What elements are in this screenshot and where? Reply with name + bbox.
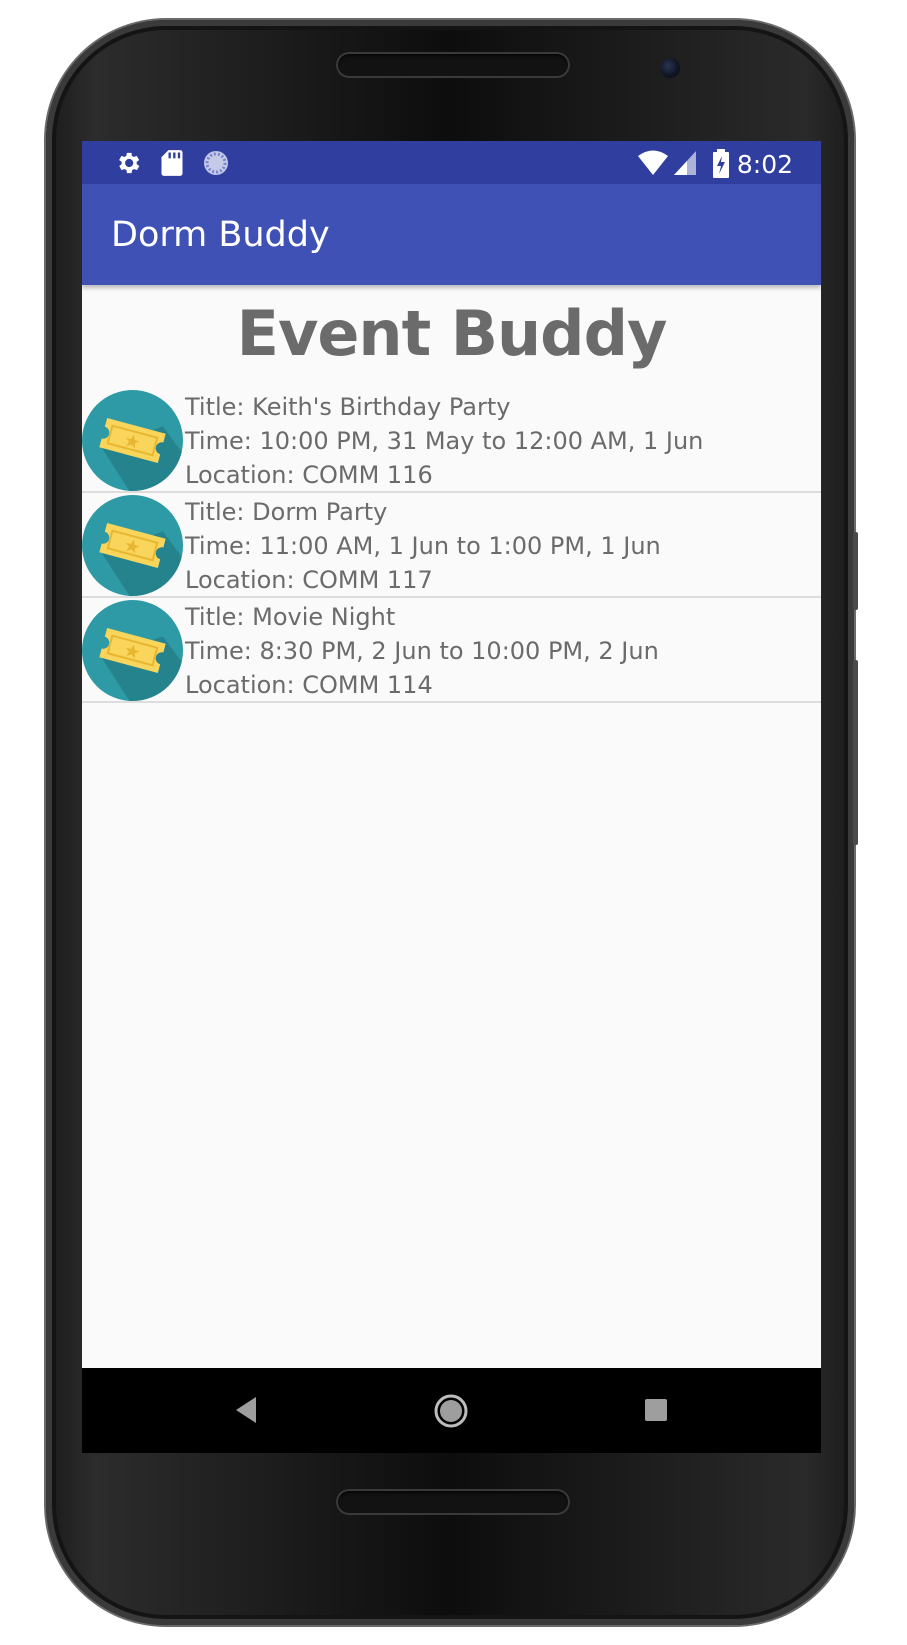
status-time: 8:02: [736, 150, 793, 179]
navigation-bar: [82, 1368, 821, 1453]
ticket-icon: [82, 390, 183, 491]
event-location: Location: COMM 114: [185, 671, 433, 699]
top-speaker: [336, 52, 570, 78]
app-bar: Dorm Buddy: [82, 184, 821, 285]
event-details: Title: Keith's Birthday Party Time: 10:0…: [185, 390, 703, 492]
battery-charging-icon: [713, 149, 729, 178]
sd-card-icon: [161, 150, 183, 176]
screen: 8:02 Dorm Buddy Event Buddy Title: Keith…: [82, 141, 821, 1453]
event-title: Title: Movie Night: [185, 603, 396, 631]
volume-button: [853, 660, 858, 845]
ticket-icon: [82, 495, 183, 596]
event-title: Title: Keith's Birthday Party: [185, 393, 511, 421]
event-item[interactable]: Title: Movie Night Time: 8:30 PM, 2 Jun …: [82, 598, 821, 703]
event-list: Title: Keith's Birthday Party Time: 10:0…: [82, 388, 821, 703]
cellular-icon: [674, 151, 696, 175]
event-item[interactable]: Title: Dorm Party Time: 11:00 AM, 1 Jun …: [82, 493, 821, 598]
home-icon[interactable]: [433, 1393, 469, 1429]
event-time: Time: 10:00 PM, 31 May to 12:00 AM, 1 Ju…: [185, 427, 704, 455]
event-title: Title: Dorm Party: [185, 498, 388, 526]
event-item[interactable]: Title: Keith's Birthday Party Time: 10:0…: [82, 388, 821, 493]
event-time: Time: 11:00 AM, 1 Jun to 1:00 PM, 1 Jun: [185, 532, 661, 560]
event-details: Title: Dorm Party Time: 11:00 AM, 1 Jun …: [185, 495, 661, 597]
bottom-speaker: [336, 1489, 570, 1515]
status-bar: 8:02: [82, 141, 821, 184]
event-location: Location: COMM 116: [185, 461, 433, 489]
wifi-icon: [638, 150, 668, 175]
back-icon[interactable]: [232, 1393, 262, 1427]
page-title: Event Buddy: [236, 297, 668, 370]
main-content: Event Buddy Title: Keith's Birthday Part…: [82, 285, 821, 1368]
event-details: Title: Movie Night Time: 8:30 PM, 2 Jun …: [185, 600, 659, 702]
front-camera: [660, 58, 680, 78]
power-button: [853, 532, 858, 610]
recents-icon[interactable]: [643, 1393, 669, 1427]
event-time: Time: 8:30 PM, 2 Jun to 10:00 PM, 2 Jun: [185, 637, 659, 665]
app-title: Dorm Buddy: [111, 215, 330, 255]
sync-icon: [204, 151, 228, 175]
event-location: Location: COMM 117: [185, 566, 433, 594]
gear-icon: [119, 152, 140, 174]
ticket-icon: [82, 600, 183, 701]
